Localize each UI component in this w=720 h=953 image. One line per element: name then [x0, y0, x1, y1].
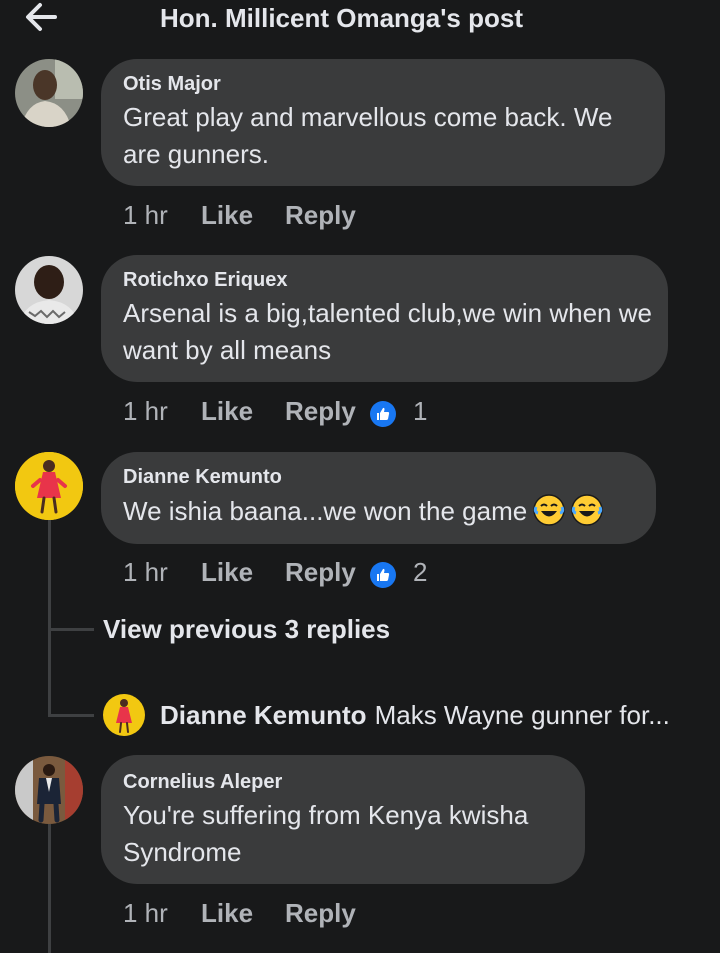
laughing-tears-emoji-icon [571, 494, 603, 526]
like-reaction-icon[interactable] [370, 401, 396, 427]
comment-bubble[interactable]: Otis Major Great play and marvellous com… [101, 59, 665, 186]
timestamp: 1 hr [123, 898, 168, 928]
comment-text: Arsenal is a big,talented club,we win wh… [123, 298, 652, 365]
like-button[interactable]: Like [201, 396, 253, 427]
comment-text: We ishia baana...we won the game [123, 496, 528, 526]
like-button[interactable]: Like [201, 200, 253, 231]
timestamp: 1 hr [123, 557, 168, 587]
comment-bubble[interactable]: Rotichxo Eriquex Arsenal is a big,talent… [101, 255, 668, 382]
reply-button[interactable]: Reply [285, 396, 356, 427]
arrow-left-icon[interactable] [24, 2, 58, 32]
comment-actions: 1 hr Like Reply [123, 200, 423, 232]
comment-text-line: We ishia baana...we won the game [123, 493, 643, 530]
reply-button[interactable]: Reply [285, 200, 356, 231]
reply-author[interactable]: Dianne Kemunto [160, 700, 367, 730]
comment-text: You're suffering from Kenya kwisha Syndr… [123, 800, 529, 867]
comment-actions: 1 hr Like Reply [123, 898, 423, 930]
timestamp: 1 hr [123, 396, 168, 426]
reaction-count[interactable]: 1 [413, 396, 427, 427]
reply-button[interactable]: Reply [285, 898, 356, 929]
timestamp: 1 hr [123, 200, 168, 230]
reply-button[interactable]: Reply [285, 557, 356, 588]
comment-author[interactable]: Rotichxo Eriquex [123, 269, 287, 292]
like-button[interactable]: Like [201, 898, 253, 929]
page-title: Hon. Millicent Omanga's post [160, 3, 523, 33]
thread-branch [48, 628, 94, 631]
avatar[interactable] [15, 452, 83, 520]
thread-line [48, 824, 51, 953]
reply-text: Maks Wayne gunner for... [374, 700, 670, 730]
avatar[interactable] [15, 756, 83, 824]
comment-text: Great play and marvellous come back. We … [123, 102, 613, 169]
comment-author[interactable]: Dianne Kemunto [123, 466, 282, 489]
avatar[interactable] [103, 694, 145, 736]
view-previous-replies-link[interactable]: View previous 3 replies [103, 614, 390, 645]
thread-line [48, 520, 51, 716]
comment-author[interactable]: Cornelius Aleper [123, 771, 282, 794]
thread-branch [48, 714, 94, 717]
comment-bubble[interactable]: Cornelius Aleper You're suffering from K… [101, 755, 585, 884]
reaction-count[interactable]: 2 [413, 557, 427, 588]
comment-bubble[interactable]: Dianne Kemunto We ishia baana...we won t… [101, 452, 656, 544]
like-reaction-icon[interactable] [370, 562, 396, 588]
like-button[interactable]: Like [201, 557, 253, 588]
laughing-tears-emoji-icon [533, 494, 565, 526]
avatar[interactable] [15, 59, 83, 127]
avatar[interactable] [15, 256, 83, 324]
comment-author[interactable]: Otis Major [123, 73, 221, 96]
reply-preview[interactable]: Dianne Kemunto Maks Wayne gunner for... [160, 700, 670, 731]
top-bar: Hon. Millicent Omanga's post [0, 0, 720, 36]
